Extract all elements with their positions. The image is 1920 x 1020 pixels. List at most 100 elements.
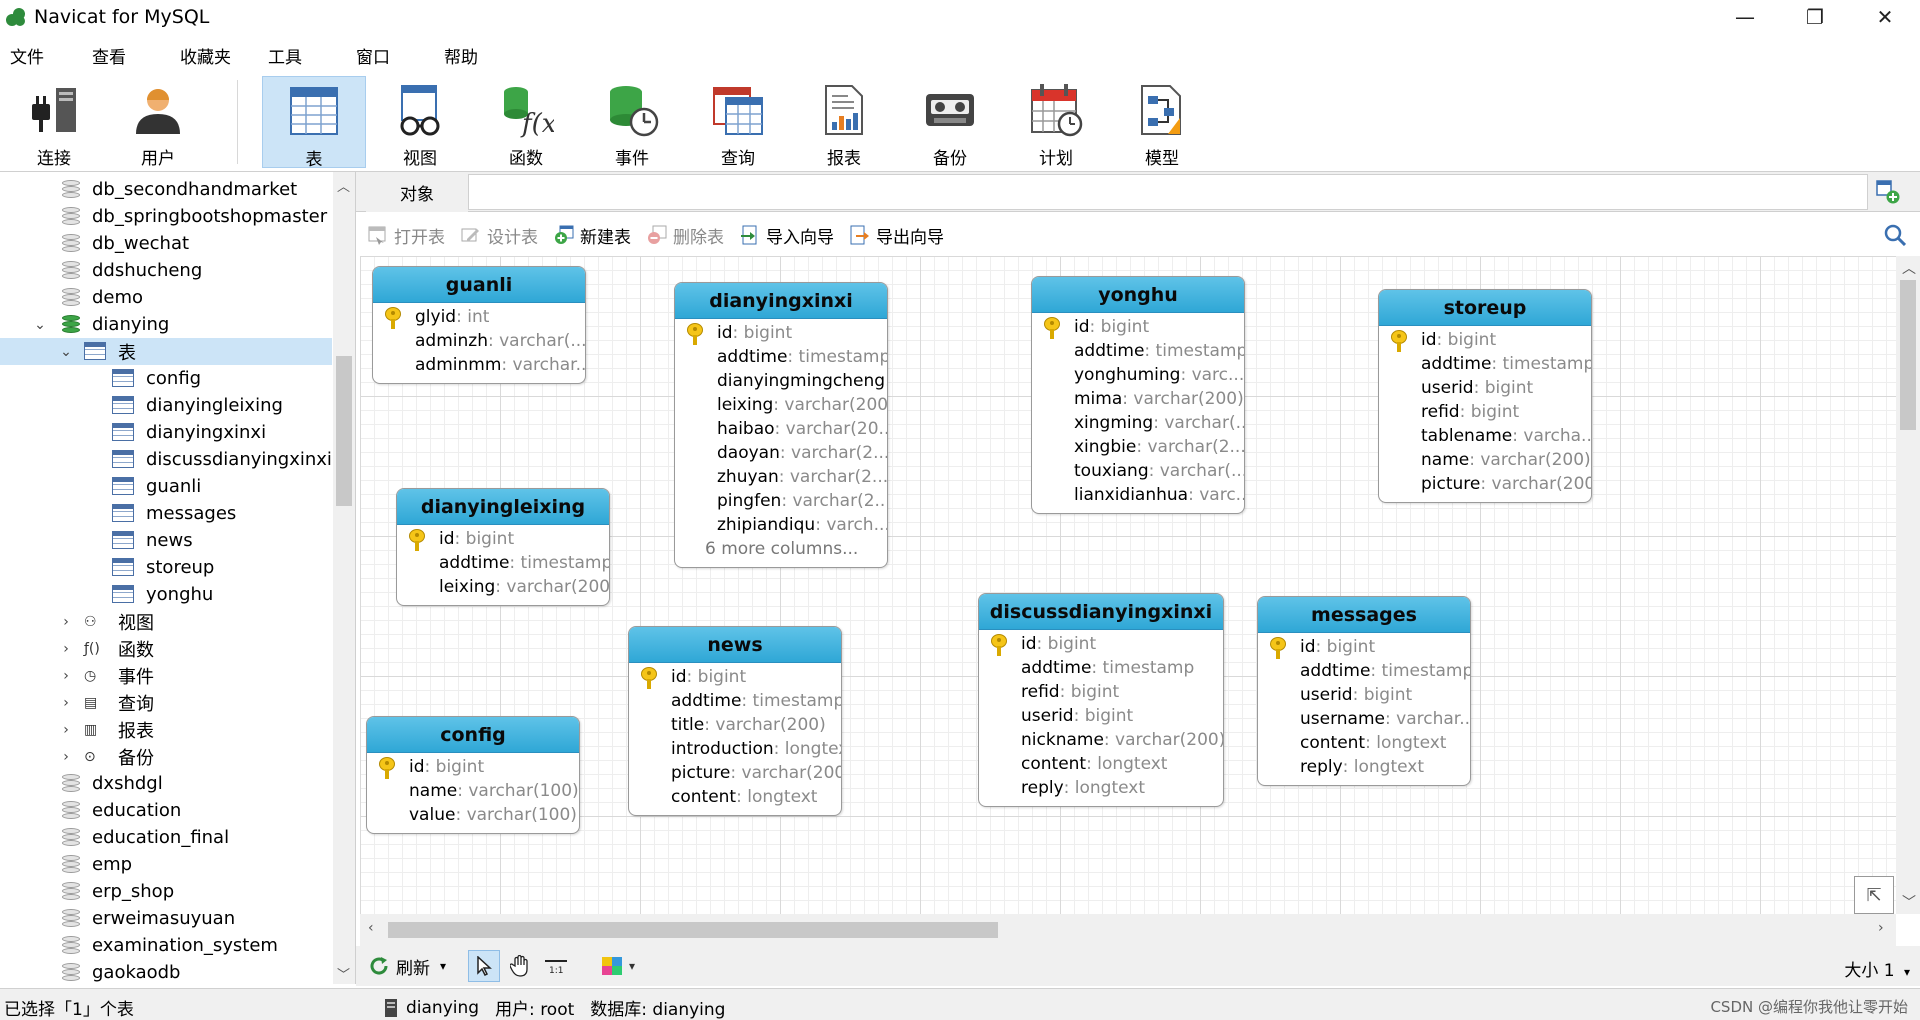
tree-folder-item[interactable]: › ƒ() 函数 [0,635,332,662]
tree-database-item[interactable]: education [0,797,332,824]
scroll-up-icon[interactable]: ︿ [337,176,350,195]
fit-view-icon[interactable]: ⇱ [1854,876,1894,914]
er-table-card[interactable]: dianyingleixing id: bigint addtime: timest… [396,488,610,606]
canvas-hscroll-thumb[interactable] [388,922,998,938]
tree-table-item[interactable]: dianyingleixing [0,392,332,419]
tree-database-item[interactable]: ⌄ dianying [0,311,332,338]
chevron-right-icon[interactable]: › [58,722,74,738]
er-table-card[interactable]: guanli glyid: int adminzh: varchar(... admi… [372,266,586,384]
tree-database-item[interactable]: education_final [0,824,332,851]
menu-help[interactable]: 帮助 [444,43,522,68]
zoom-level[interactable]: 大小 1 ▾ [1844,956,1910,981]
canvas-horizontal-scrollbar[interactable]: ‹ › [360,914,1896,946]
scroll-down-icon[interactable]: ﹀ [1902,892,1916,912]
tree-table-item[interactable]: discussdianyingxinxi [0,446,332,473]
color-picker-icon[interactable]: ▾ [596,950,640,982]
ribbon-function-button[interactable]: f(x) 函数 [474,76,578,169]
menu-view[interactable]: 查看 [92,43,170,68]
tree-table-item[interactable]: yonghu [0,581,332,608]
menu-file[interactable]: 文件 [10,43,82,68]
tree-database-item[interactable]: erweimasuyuan [0,905,332,932]
tree-database-item[interactable]: erp_shop [0,878,332,905]
er-table-card[interactable]: yonghu id: bigint addtime: timestamp yonghu… [1031,276,1245,514]
actual-size-icon[interactable]: 1:1 [540,950,572,982]
ribbon-schedule-button[interactable]: 计划 [1004,76,1108,169]
hand-tool-icon[interactable] [504,950,536,982]
menu-tools[interactable]: 工具 [268,43,346,68]
new-table-button[interactable]: 新建表 [554,223,631,248]
close-button[interactable]: ✕ [1850,0,1920,34]
minimize-button[interactable]: — [1710,0,1780,34]
ribbon-view-button[interactable]: 视图 [368,76,472,169]
add-connection-icon[interactable] [1876,180,1900,204]
chevron-right-icon[interactable]: › [58,749,74,765]
tree-folder-item[interactable]: › ▤ 查询 [0,689,332,716]
sidebar-scroll-thumb[interactable] [336,356,352,506]
er-table-card[interactable]: messages id: bigint addtime: timestamp user… [1257,596,1471,786]
scroll-left-icon[interactable]: ‹ [368,920,374,936]
chevron-right-icon[interactable]: › [58,695,74,711]
er-table-card[interactable]: discussdianyingxinxi id: bigint addtime: t… [978,593,1224,807]
er-table-card[interactable]: storeup id: bigint addtime: timestamp useri… [1378,289,1592,503]
tree-folder-item[interactable]: › ⚇ 视图 [0,608,332,635]
more-columns-label[interactable]: 6 more columns... [675,537,887,561]
scroll-right-icon[interactable]: › [1878,920,1884,936]
ribbon-user-button[interactable]: 用户 [106,76,210,169]
tree-table-item[interactable]: messages [0,500,332,527]
tab-objects[interactable]: 对象 [366,172,468,212]
select-tool-icon[interactable] [468,950,501,982]
chevron-down-icon[interactable]: ⌄ [32,317,48,333]
tree-folder-item[interactable]: › ▥ 报表 [0,716,332,743]
connection-tree[interactable]: db_secondhandmarket db_springbootshopmast… [0,172,356,984]
scroll-up-icon[interactable]: ︿ [1902,258,1916,278]
refresh-button[interactable]: 刷新 ▾ [368,954,446,979]
tree-database-item[interactable]: gaokaodb [0,959,332,984]
er-table-card[interactable]: config id: bigint name: varchar(100) value:… [366,716,580,834]
open-table-button[interactable]: 打开表 [368,223,445,248]
import-wizard-button[interactable]: 导入向导 [740,223,834,248]
menu-favorites[interactable]: 收藏夹 [180,43,258,68]
menu-window[interactable]: 窗口 [356,43,434,68]
ribbon-model-button[interactable]: 模型 [1110,76,1214,169]
tree-database-item[interactable]: examination_system [0,932,332,959]
ribbon-connection-button[interactable]: 连接 [2,76,106,169]
chevron-right-icon[interactable]: › [58,641,74,657]
er-table-card[interactable]: dianyingxinxi id: bigint addtime: timestam… [674,282,888,568]
tree-database-item[interactable]: db_springbootshopmaster [0,203,332,230]
ribbon-backup-button[interactable]: 备份 [898,76,1002,169]
ribbon-query-button[interactable]: 查询 [686,76,790,169]
restore-button[interactable]: ❐ [1780,0,1850,34]
ribbon-table-button[interactable]: 表 [262,76,366,170]
er-diagram-canvas[interactable]: guanli glyid: int adminzh: varchar(... admi… [360,256,1896,914]
ribbon-event-button[interactable]: 事件 [580,76,684,169]
chevron-down-icon[interactable]: ▾ [440,959,446,973]
chevron-right-icon[interactable]: › [58,668,74,684]
tree-database-item[interactable]: dxshdgl [0,770,332,797]
tree-table-item[interactable]: dianyingxinxi [0,419,332,446]
scroll-down-icon[interactable]: ﹀ [337,964,350,983]
tree-table-item[interactable]: config [0,365,332,392]
er-table-card[interactable]: news id: bigint addtime: timestamp title: v… [628,626,842,816]
ribbon-report-button[interactable]: 报表 [792,76,896,169]
tree-folder-item[interactable]: ⌄ 表 [0,338,332,365]
sidebar-scrollbar[interactable]: ︿ ﹀ [333,172,355,984]
tree-table-item[interactable]: guanli [0,473,332,500]
tree-database-item[interactable]: ddshucheng [0,257,332,284]
tree-table-item[interactable]: news [0,527,332,554]
design-table-button[interactable]: 设计表 [461,223,538,248]
tree-database-item[interactable]: demo [0,284,332,311]
canvas-vscroll-thumb[interactable] [1900,280,1916,430]
tree-folder-item[interactable]: › ⊙ 备份 [0,743,332,770]
tree-table-item[interactable]: storeup [0,554,332,581]
tree-database-item[interactable]: db_secondhandmarket [0,176,332,203]
search-icon[interactable] [1884,224,1907,247]
tree-database-item[interactable]: emp [0,851,332,878]
tree-folder-item[interactable]: › ◷ 事件 [0,662,332,689]
chevron-down-icon[interactable]: ▾ [1904,965,1910,979]
canvas-vertical-scrollbar[interactable]: ︿ ﹀ [1896,256,1920,914]
chevron-down-icon[interactable]: ▾ [629,959,635,973]
chevron-down-icon[interactable]: ⌄ [58,344,74,360]
export-wizard-button[interactable]: 导出向导 [850,223,944,248]
tree-database-item[interactable]: db_wechat [0,230,332,257]
delete-table-button[interactable]: 删除表 [647,223,724,248]
